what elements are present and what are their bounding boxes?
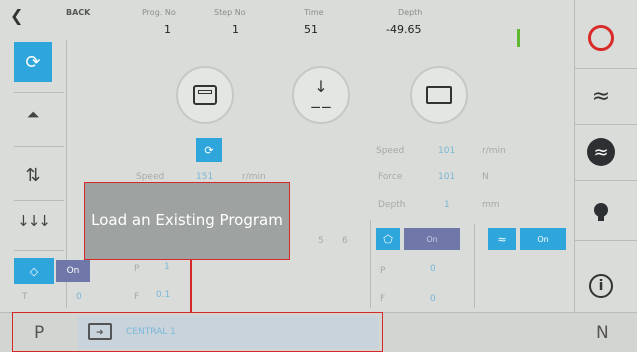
- multi-down-button[interactable]: ↓↓↓: [14, 204, 52, 238]
- left-speed-value: 151: [196, 172, 214, 182]
- diamond-button[interactable]: ◇: [14, 258, 54, 284]
- rotate-button[interactable]: ⟳: [14, 42, 52, 82]
- left-speed-unit: r/min: [242, 172, 266, 182]
- load-program-callout: Load an Existing Program: [84, 182, 290, 260]
- step-b: 6: [342, 236, 348, 246]
- right-depth-unit: mm: [482, 200, 500, 210]
- right-divider: [574, 0, 575, 312]
- step-no-label: Step No: [214, 8, 246, 17]
- coolant-filled-button[interactable]: ≈: [578, 132, 624, 172]
- back-label[interactable]: BACK: [66, 8, 90, 17]
- wave-toggle-button[interactable]: ≈: [488, 228, 516, 250]
- prog-no-label: Prog. No: [142, 8, 176, 17]
- coolant-wave-button[interactable]: ≈: [578, 76, 624, 116]
- lamp-button[interactable]: [578, 190, 624, 230]
- stop-button[interactable]: [578, 18, 624, 58]
- wave-circle-icon: ≈: [587, 138, 615, 166]
- right-f-value: 0: [430, 294, 436, 304]
- force-unit: N: [482, 172, 489, 182]
- footer-n-label: N: [596, 323, 609, 343]
- program-select-highlight: [12, 312, 383, 352]
- time-label: Time: [304, 8, 324, 17]
- info-icon: i: [589, 274, 613, 298]
- left-p-value: 1: [164, 262, 170, 272]
- side-divider-1: [14, 92, 64, 93]
- side-divider-2: [14, 146, 64, 147]
- wave-small-icon: ≈: [497, 232, 507, 246]
- step-no-value: 1: [232, 23, 239, 36]
- load-program-callout-text: Load an Existing Program: [91, 211, 283, 230]
- up-down-arrows-icon: ⇅: [25, 164, 41, 186]
- depth-value: -49.65: [386, 23, 422, 36]
- info-button[interactable]: i: [578, 266, 624, 306]
- bulb-icon: [594, 203, 608, 221]
- rotate-icon: ⟳: [25, 51, 41, 73]
- rotation-mode-button[interactable]: ⟳: [196, 138, 222, 162]
- diamond-icon: ◇: [29, 264, 39, 278]
- depth-down-icon: ↓ ⚊⚊: [310, 77, 332, 111]
- t-value: 0: [76, 292, 82, 302]
- t-label: T: [22, 292, 28, 302]
- left-speed-label: Speed: [136, 172, 165, 182]
- right-speed-unit: r/min: [482, 146, 506, 156]
- shower-icon: ⏶: [26, 105, 40, 124]
- step-a: 5: [318, 236, 324, 246]
- toggle-divider: [474, 224, 475, 308]
- right-p-value: 0: [430, 264, 436, 274]
- right-f-label: F: [380, 294, 386, 304]
- force-label: Force: [378, 172, 403, 182]
- right-btn-divider-4: [574, 240, 637, 241]
- depth-tool-button[interactable]: ↓ ⚊⚊: [292, 66, 350, 124]
- display-tool-button[interactable]: [410, 66, 468, 124]
- triple-down-arrows-icon: ↓↓↓: [17, 212, 51, 230]
- screen-icon: [426, 86, 452, 104]
- right-btn-divider-1: [574, 68, 637, 69]
- up-down-button[interactable]: ⇅: [14, 158, 52, 192]
- pentagon-icon: ⬠: [383, 232, 393, 246]
- force-value: 101: [438, 172, 456, 182]
- right-speed-value: 101: [438, 146, 456, 156]
- right-btn-divider-3: [574, 180, 637, 181]
- right-speed-label: Speed: [376, 146, 405, 156]
- left-f-value: 0.1: [156, 290, 171, 300]
- wave-on-toggle[interactable]: On: [520, 228, 566, 250]
- wave-icon: ≈: [591, 83, 611, 109]
- right-depth-label: Depth: [378, 200, 406, 210]
- mid-divider: [370, 220, 371, 308]
- home-on-toggle[interactable]: On: [404, 228, 460, 250]
- right-btn-divider-2: [574, 124, 637, 125]
- home-toggle-button[interactable]: ⬠: [376, 228, 400, 250]
- rotate-small-icon: ⟳: [204, 143, 214, 157]
- spray-button[interactable]: ⏶: [14, 98, 52, 132]
- right-p-label: P: [380, 266, 386, 276]
- stop-ring-icon: [588, 25, 614, 51]
- callout-connector: [190, 260, 192, 312]
- right-depth-value: 1: [444, 200, 450, 210]
- side-divider-4: [14, 250, 64, 251]
- machine-icon: [193, 85, 217, 105]
- prog-no-value: 1: [164, 23, 171, 36]
- tool-machine-button[interactable]: [176, 66, 234, 124]
- status-indicator: [517, 29, 520, 47]
- left-p-label: P: [134, 264, 140, 274]
- back-chevron-icon[interactable]: ❮: [10, 6, 23, 25]
- depth-label: Depth: [398, 8, 423, 17]
- left-on-toggle[interactable]: On: [56, 260, 90, 282]
- time-value: 51: [304, 23, 318, 36]
- left-f-label: F: [134, 292, 140, 302]
- side-divider-3: [14, 200, 64, 201]
